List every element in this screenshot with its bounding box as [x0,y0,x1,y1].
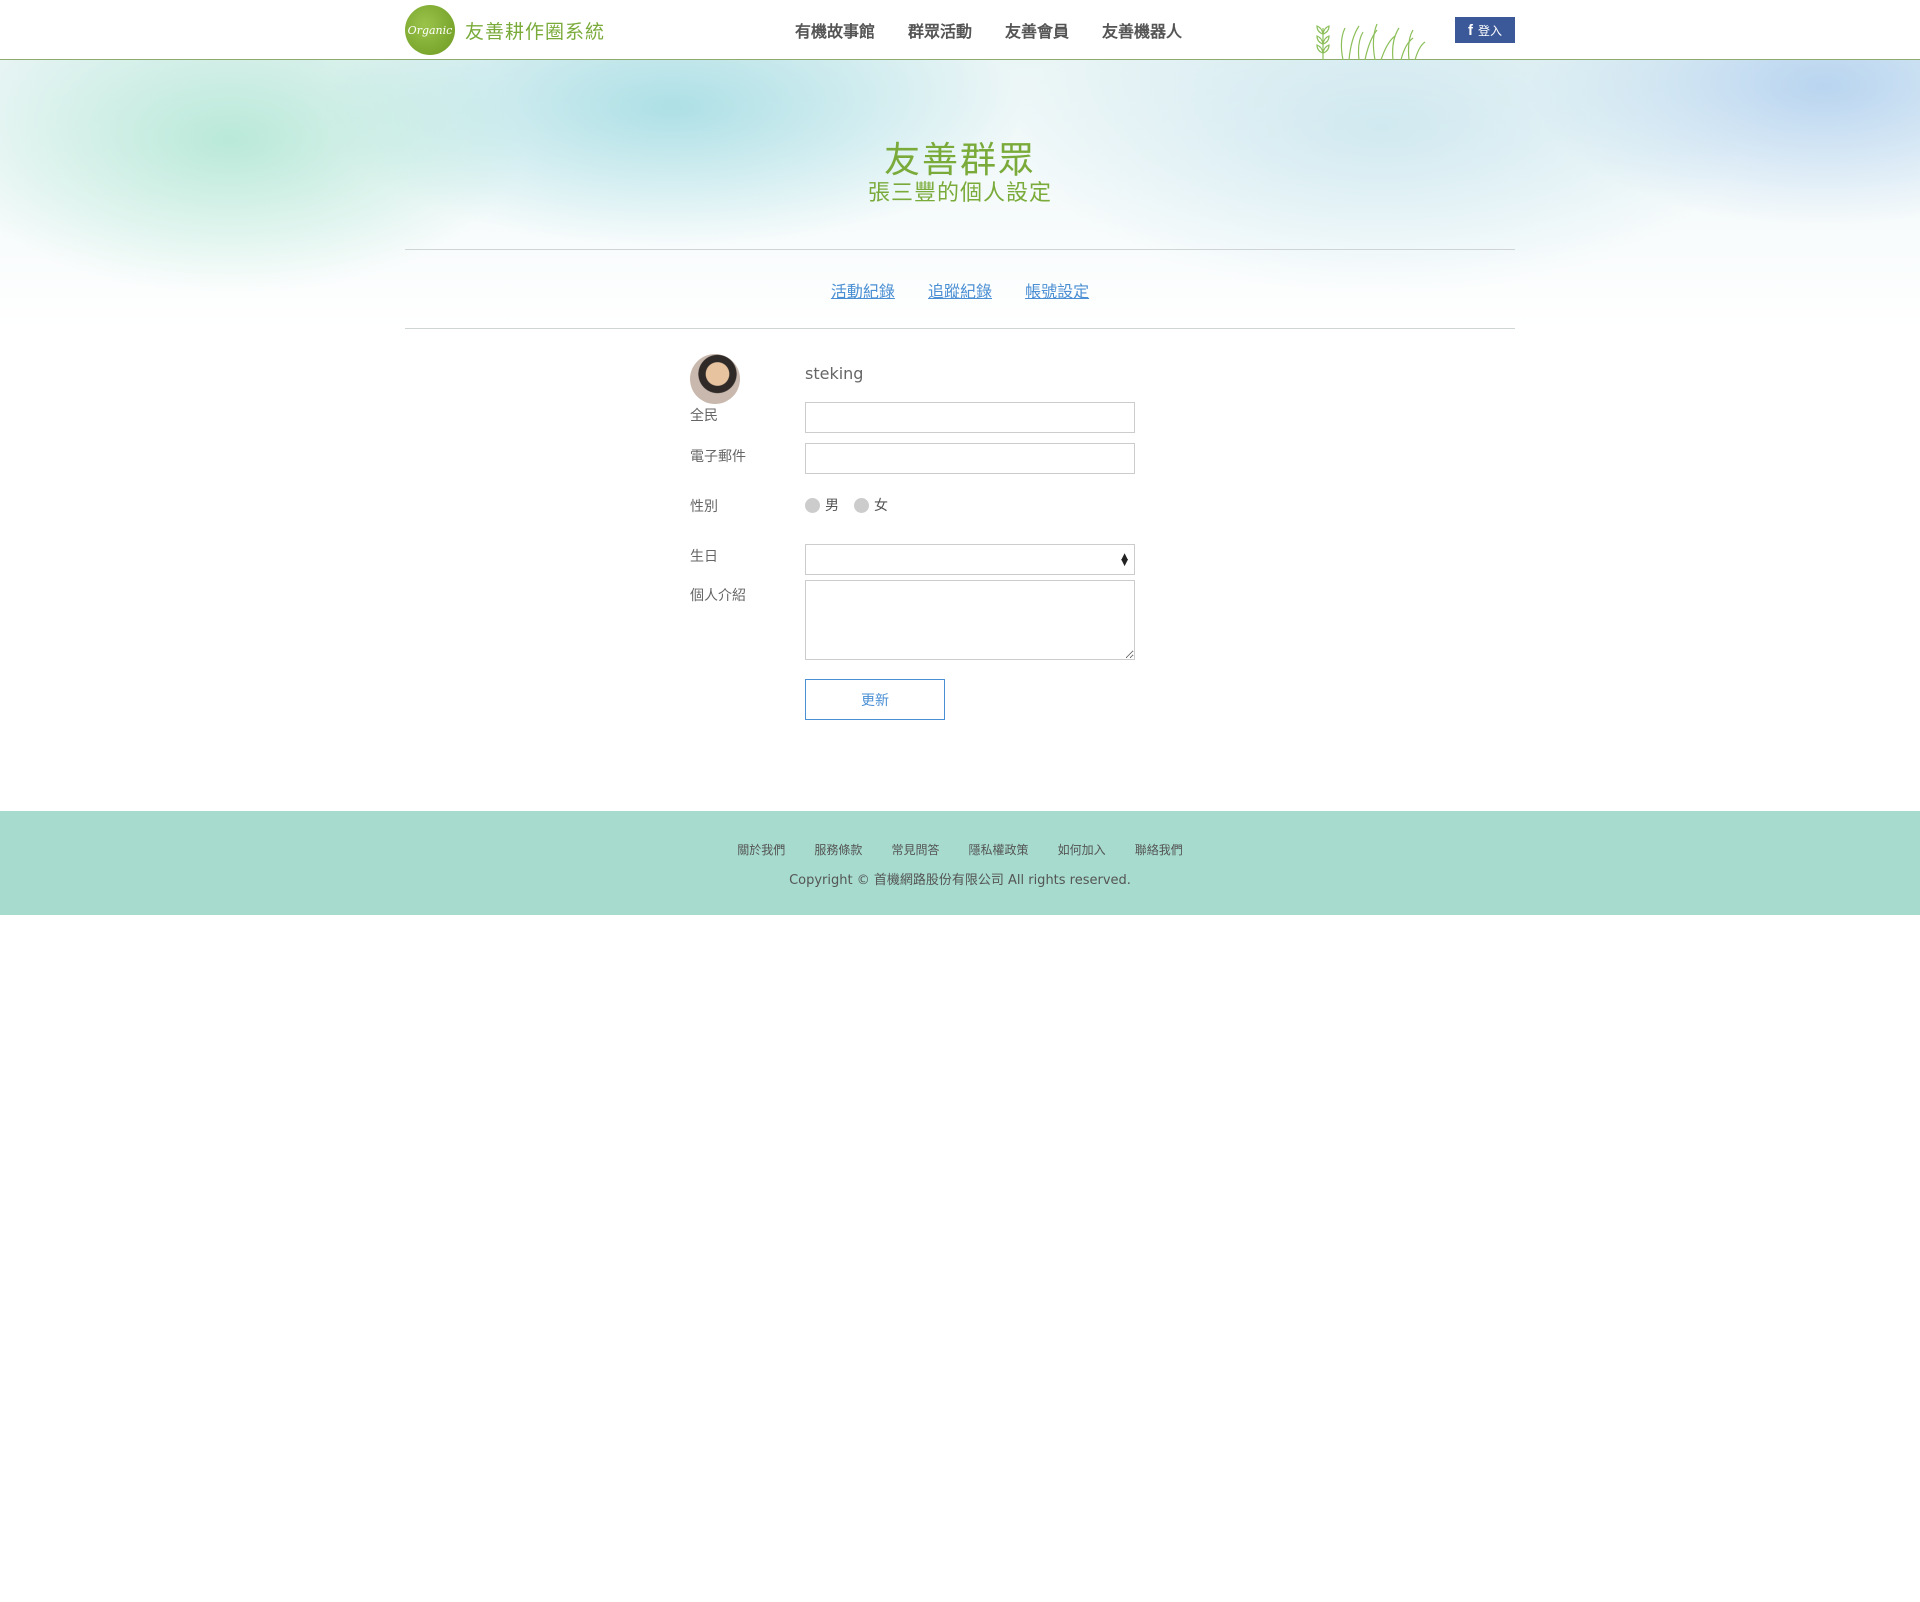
site-name[interactable]: 友善耕作圈系統 [465,17,605,44]
page-subtitle: 張三豐的個人設定 [867,181,1052,206]
username: steking [805,364,864,383]
footer-link-join[interactable]: 如何加入 [1058,843,1106,857]
avatar[interactable] [690,354,740,404]
gender-female-label[interactable]: 女 [874,495,888,515]
name-input[interactable] [805,402,1135,433]
select-arrows-icon: ▲ ▼ [1121,552,1128,568]
nav-item-members[interactable]: 友善會員 [1005,18,1069,42]
gender-female-radio[interactable] [854,497,869,513]
bio-label: 個人介紹 [690,588,746,604]
birthday-select[interactable]: ▲ ▼ [805,544,1135,575]
footer-link-contact[interactable]: 聯絡我們 [1135,843,1183,857]
bio-textarea[interactable] [805,580,1135,660]
footer-link-terms[interactable]: 服務條款 [814,843,862,857]
email-input[interactable] [805,443,1135,474]
grass-decoration-icon [1316,23,1426,60]
profile-tabs: 活動紀錄 追蹤紀錄 帳號設定 [0,278,1920,302]
footer-link-faq[interactable]: 常見問答 [891,843,939,857]
facebook-login-button[interactable]: f 登入 [1455,17,1515,43]
email-label: 電子郵件 [690,449,746,465]
logo[interactable]: Organic 友善耕作圈系統 [405,5,605,55]
nav-item-activities[interactable]: 群眾活動 [908,18,972,42]
update-button[interactable]: 更新 [805,679,945,720]
footer-link-about[interactable]: 關於我們 [737,843,785,857]
divider [405,249,1515,250]
tab-follow-records[interactable]: 追蹤紀錄 [928,282,992,301]
site-footer: 關於我們 服務條款 常見問答 隱私權政策 如何加入 聯絡我們 Copyright… [0,811,1920,915]
gender-label: 性別 [690,499,718,515]
hero-banner: 友善群眾 張三豐的個人設定 活動紀錄 追蹤紀錄 帳號設定 [0,59,1920,329]
gender-male-radio[interactable] [805,497,820,513]
name-label: 全民 [690,408,718,424]
profile-form: steking 全民 電子郵件 性別 男 女 生日 ▲ ▼ 個人介紹 更新 [0,329,1920,869]
site-header: Organic 友善耕作圈系統 有機故事館 群眾活動 友善會員 友善機器人 f … [0,0,1920,60]
birthday-label: 生日 [690,549,718,565]
copyright: Copyright © 首機網路股份有限公司 All rights reserv… [789,873,1131,888]
tab-account-settings[interactable]: 帳號設定 [1025,282,1089,301]
tab-activity-records[interactable]: 活動紀錄 [831,282,895,301]
gender-radio-group: 男 女 [805,495,903,515]
gender-male-label[interactable]: 男 [825,495,839,515]
facebook-icon: f [1467,21,1473,39]
main-nav: 有機故事館 群眾活動 友善會員 友善機器人 [795,18,1215,42]
footer-link-privacy[interactable]: 隱私權政策 [969,843,1029,857]
footer-links: 關於我們 服務條款 常見問答 隱私權政策 如何加入 聯絡我們 [0,839,1920,858]
nav-item-robot[interactable]: 友善機器人 [1102,18,1182,42]
nav-item-stories[interactable]: 有機故事館 [795,18,875,42]
organic-logo-icon: Organic [405,5,455,55]
